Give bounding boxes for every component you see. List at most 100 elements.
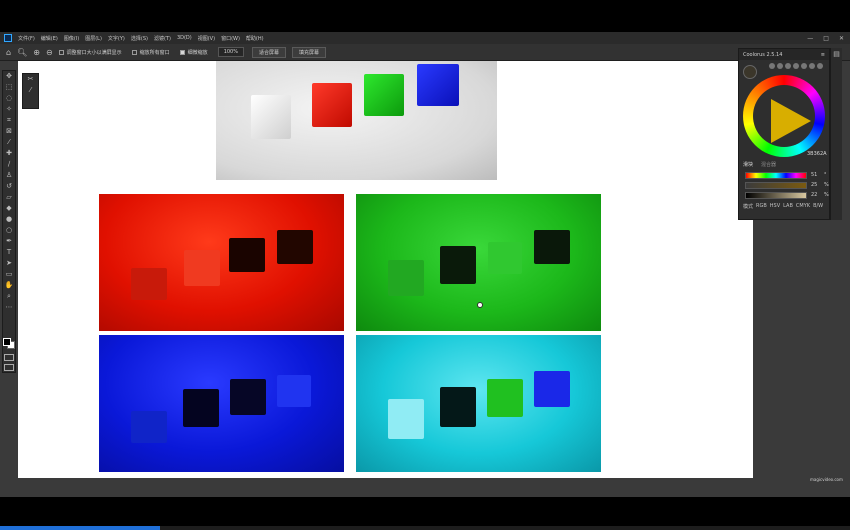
coolorus-header: Coolorus 2.5.14 ≡ (739, 49, 829, 60)
hue-value[interactable]: 51 (811, 172, 817, 178)
photoshop-logo-icon[interactable] (4, 34, 12, 42)
crop-tool-icon[interactable]: ⌗ (3, 115, 15, 126)
menu-type[interactable]: 文字(Y) (108, 35, 125, 42)
brightness-slider[interactable] (745, 192, 807, 199)
dark-cube (229, 238, 265, 272)
mode-bw[interactable]: B/W (813, 203, 823, 210)
photo-blue-channel (99, 335, 344, 472)
more-tools-icon[interactable]: ⋯ (3, 302, 15, 313)
zoom-out-icon[interactable]: ⊖ (46, 48, 53, 57)
menu-select[interactable]: 选择(S) (131, 35, 148, 42)
path-selection-tool-icon[interactable]: ➤ (3, 258, 15, 269)
photo-green-channel (356, 194, 601, 331)
saturation-slider[interactable] (745, 182, 807, 189)
menu-layer[interactable]: 图层(L) (85, 35, 102, 42)
mode-rgb[interactable]: RGB (756, 203, 767, 210)
close-icon[interactable]: ✕ (839, 35, 844, 42)
panel-collapse-icon[interactable]: ▤ (831, 50, 842, 58)
panel-menu-icon[interactable]: ≡ (821, 52, 825, 58)
swatch-dot[interactable] (769, 63, 775, 69)
fill-screen-button[interactable]: 填充屏幕 (292, 46, 327, 58)
faded-cube (277, 375, 311, 407)
menu-3d[interactable]: 3D(D) (177, 35, 192, 41)
screen-mode-icon[interactable] (4, 364, 14, 371)
zoom-tool-icon[interactable]: ⌕ (3, 291, 15, 302)
options-bar: ⌂ 🔍︎ ⊕ ⊖ 调整窗口大小以满屏显示 缩放所有窗口 细微缩放 100% 适合… (0, 44, 850, 61)
zoom-tool-icon[interactable]: 🔍︎ (17, 48, 27, 57)
panel-tabs: 滑块 混合器 (743, 161, 776, 168)
maximize-icon[interactable]: □ (823, 35, 829, 42)
zoom-value-field[interactable]: 100% (217, 47, 244, 57)
menu-view[interactable]: 视图(V) (198, 35, 215, 42)
hex-value[interactable]: 3B362A (807, 151, 827, 157)
coolorus-title: Coolorus 2.5.14 (743, 51, 783, 58)
dark-cube (440, 387, 476, 427)
color-wheel[interactable] (743, 75, 825, 157)
dark-cube (230, 379, 266, 415)
history-panel-icon[interactable]: ✂ (23, 74, 38, 85)
history-mini-panel: ✂ ⁄ (22, 73, 39, 109)
fit-screen-button[interactable]: 适合屏幕 (251, 46, 286, 58)
brush-settings-icon[interactable]: ⁄ (23, 85, 38, 96)
scrubby-zoom-label: 细微缩放 (187, 49, 208, 56)
marquee-tool-icon[interactable]: ⬚ (3, 82, 15, 93)
taskbar-active-item[interactable] (0, 526, 160, 530)
magic-wand-tool-icon[interactable]: ✧ (3, 104, 15, 115)
hue-slider[interactable] (745, 172, 807, 179)
paint-bucket-tool-icon[interactable]: ◆ (3, 203, 15, 214)
swatch-dot[interactable] (817, 63, 823, 69)
saturation-triangle[interactable] (771, 99, 811, 143)
mode-lab[interactable]: LAB (783, 203, 793, 210)
zoom-in-icon[interactable]: ⊕ (33, 48, 40, 57)
dodge-tool-icon[interactable]: ○ (3, 225, 15, 236)
brightness-value[interactable]: 22 (811, 192, 817, 198)
minimize-icon[interactable]: — (807, 35, 813, 42)
menu-edit[interactable]: 编辑(E) (41, 35, 58, 42)
current-color-swatch[interactable] (743, 65, 757, 79)
menu-image[interactable]: 图像(I) (64, 35, 79, 42)
tab-mixer[interactable]: 混合器 (761, 161, 776, 168)
saturation-value[interactable]: 25 (811, 182, 817, 188)
mouse-cursor (477, 302, 483, 308)
tab-sliders[interactable]: 滑块 (743, 161, 753, 168)
swatch-dot[interactable] (785, 63, 791, 69)
eyedropper-tool-icon[interactable]: ⁄ (3, 137, 15, 148)
swatch-dot[interactable] (793, 63, 799, 69)
frame-tool-icon[interactable]: ⊠ (3, 126, 15, 137)
rectangle-tool-icon[interactable]: ▭ (3, 269, 15, 280)
healing-tool-icon[interactable]: ✚ (3, 148, 15, 159)
saturation-unit: % (824, 182, 829, 188)
panel-dock-strip: ▤ (830, 48, 842, 220)
swatch-dot[interactable] (809, 63, 815, 69)
mode-hsv[interactable]: HSV (770, 203, 780, 210)
swatch-dot[interactable] (777, 63, 783, 69)
swatch-dot[interactable] (801, 63, 807, 69)
mode-cmyk[interactable]: CMYK (796, 203, 810, 210)
stamp-tool-icon[interactable]: ♙ (3, 170, 15, 181)
red-cube (312, 83, 352, 127)
white-cube (251, 95, 291, 139)
eraser-tool-icon[interactable]: ▱ (3, 192, 15, 203)
home-icon[interactable]: ⌂ (6, 48, 11, 57)
scrubby-zoom-checkbox[interactable]: 细微缩放 (179, 49, 208, 56)
menu-bar: 文件(F) 编辑(E) 图像(I) 图层(L) 文字(Y) 选择(S) 滤镜(T… (0, 32, 850, 44)
quick-mask-icon[interactable] (4, 354, 14, 361)
history-brush-tool-icon[interactable]: ↺ (3, 181, 15, 192)
lasso-tool-icon[interactable]: ◌ (3, 93, 15, 104)
light-cyan-cube (388, 399, 424, 439)
type-tool-icon[interactable]: T (3, 247, 15, 258)
move-tool-icon[interactable]: ✥ (3, 71, 15, 82)
foreground-color-swatch[interactable] (3, 338, 11, 346)
menu-file[interactable]: 文件(F) (18, 35, 35, 42)
menu-filter[interactable]: 滤镜(T) (154, 35, 171, 42)
brush-tool-icon[interactable]: ∕ (3, 159, 15, 170)
checkbox-box (131, 49, 137, 55)
menu-window[interactable]: 窗口(W) (221, 35, 240, 42)
menu-help[interactable]: 帮助(H) (246, 35, 264, 42)
hand-tool-icon[interactable]: ✋ (3, 280, 15, 291)
blur-tool-icon[interactable]: ● (3, 214, 15, 225)
pen-tool-icon[interactable]: ✒ (3, 236, 15, 247)
checkbox-box (179, 49, 185, 55)
resize-windows-checkbox[interactable]: 调整窗口大小以满屏显示 (58, 49, 122, 56)
zoom-all-windows-checkbox[interactable]: 缩放所有窗口 (131, 49, 170, 56)
